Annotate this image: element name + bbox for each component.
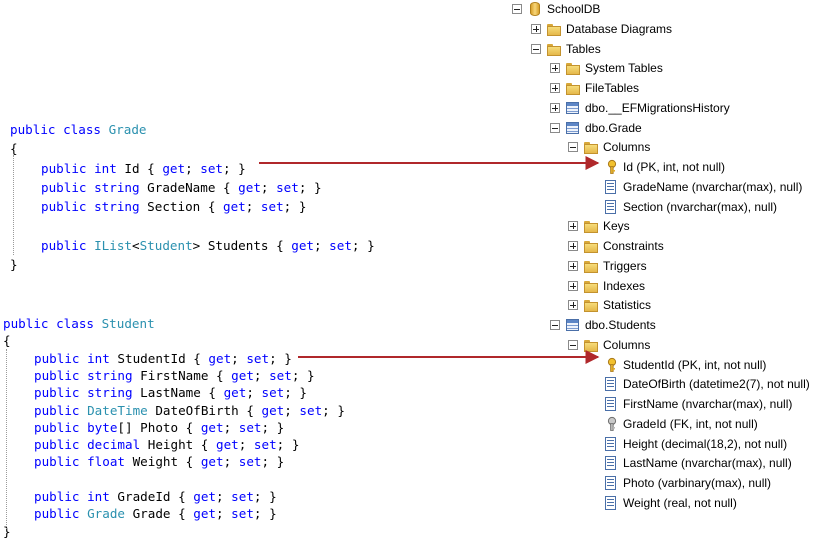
mapping-arrows <box>259 156 600 364</box>
